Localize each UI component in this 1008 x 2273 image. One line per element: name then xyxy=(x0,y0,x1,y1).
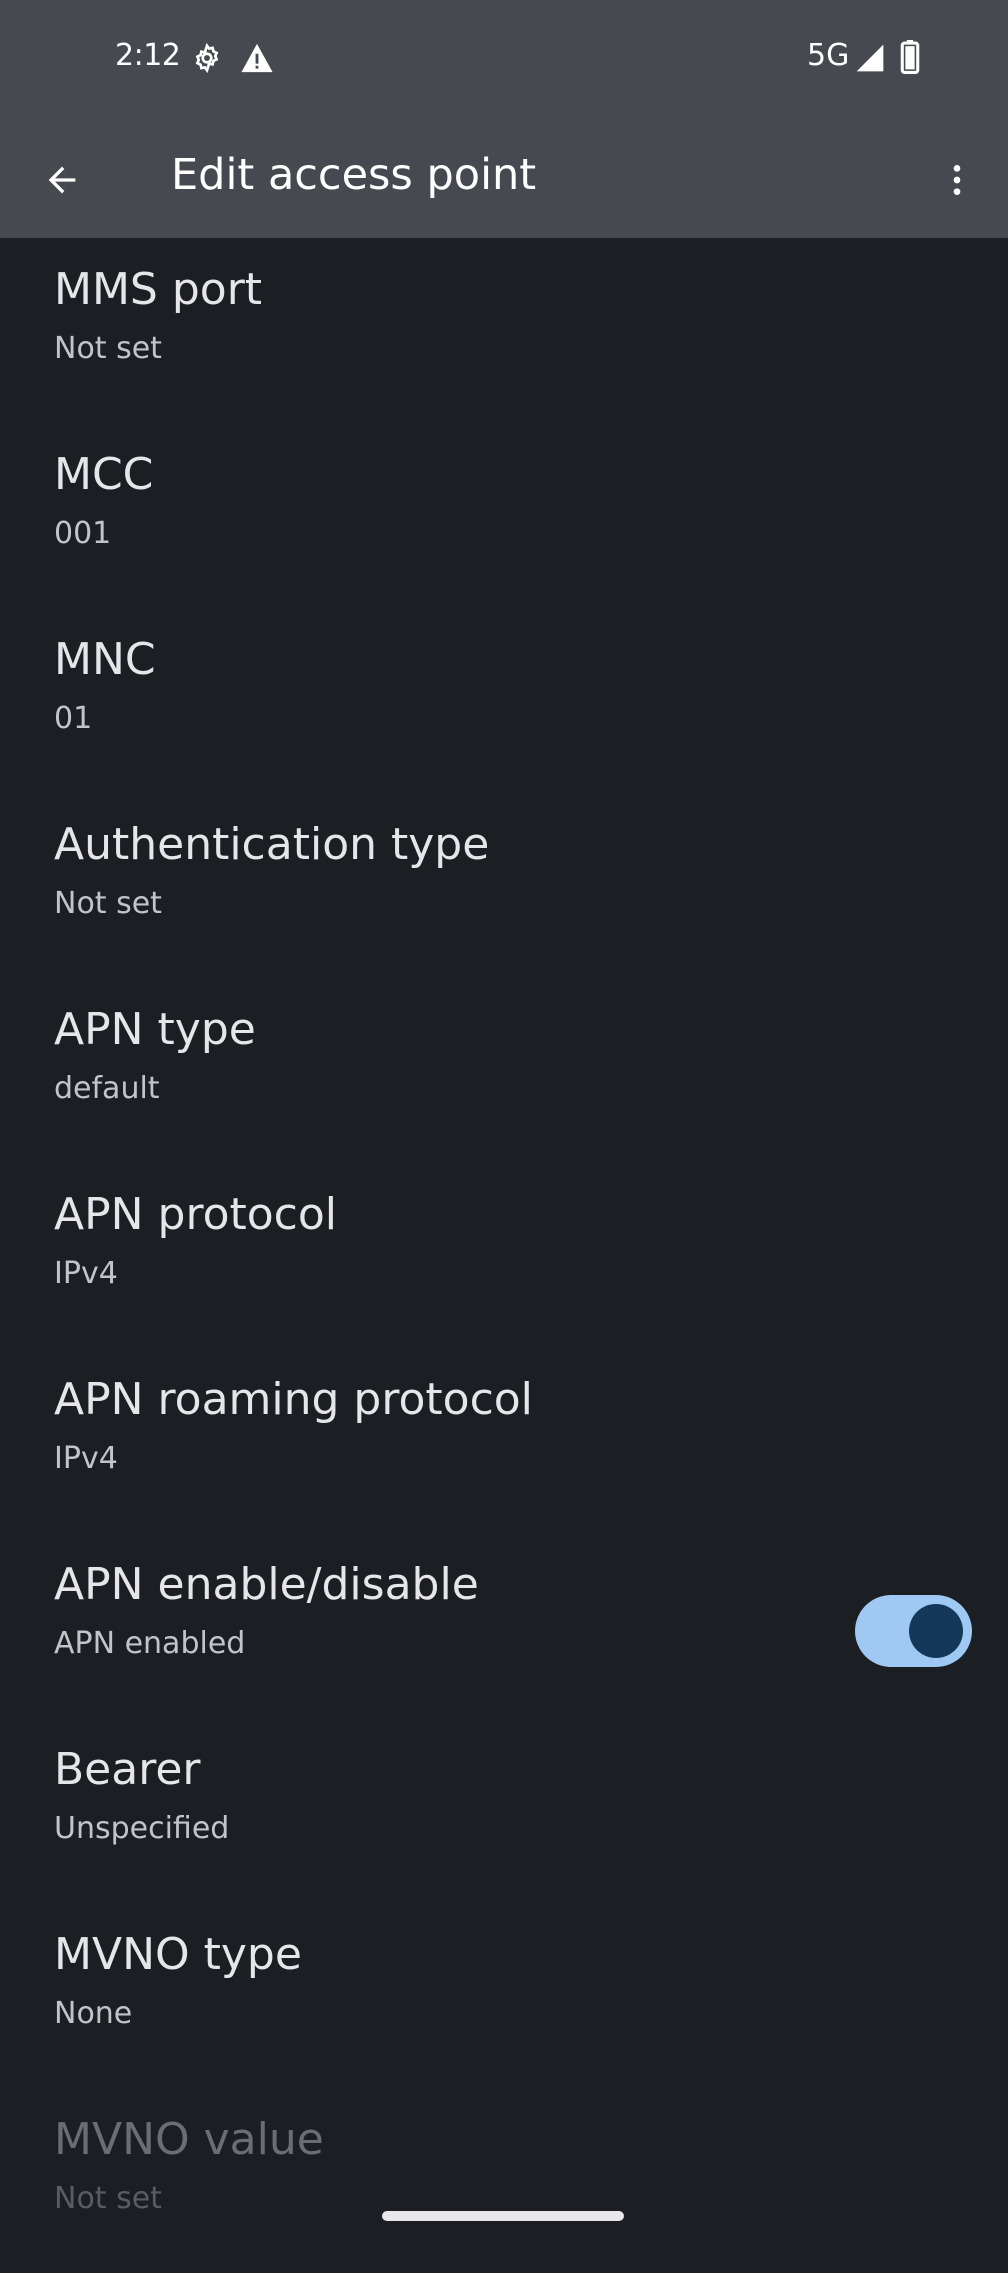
more-vert-icon xyxy=(953,165,961,195)
pref-mvno-type[interactable]: MVNO type None xyxy=(0,1903,1008,2088)
network-type-label: 5G xyxy=(807,38,850,73)
pref-summary: IPv4 xyxy=(54,1441,118,1476)
pref-title: APN enable/disable xyxy=(54,1559,479,1610)
pref-bearer[interactable]: Bearer Unspecified xyxy=(0,1718,1008,1903)
arrow-back-icon xyxy=(48,166,76,194)
pref-apn-enable-disable[interactable]: APN enable/disable APN enabled xyxy=(0,1533,1008,1718)
pref-apn-roaming-protocol[interactable]: APN roaming protocol IPv4 xyxy=(0,1348,1008,1533)
warning-icon xyxy=(241,43,273,73)
status-time: 2:12 xyxy=(115,38,181,73)
page-title: Edit access point xyxy=(171,150,537,200)
pref-title: APN type xyxy=(54,1004,256,1055)
pref-summary: Not set xyxy=(54,331,162,366)
back-button[interactable] xyxy=(30,148,94,212)
pref-mms-port[interactable]: MMS port Not set xyxy=(0,238,1008,423)
pref-title: MCC xyxy=(54,449,154,500)
pref-summary: 001 xyxy=(54,516,112,551)
battery-icon xyxy=(900,40,920,74)
pref-summary: Not set xyxy=(54,2181,162,2216)
pref-summary: Not set xyxy=(54,886,162,921)
preference-list: MMS port Not set MCC 001 MNC 01 Authenti… xyxy=(0,238,1008,2273)
pref-apn-protocol[interactable]: APN protocol IPv4 xyxy=(0,1163,1008,1348)
pref-summary: default xyxy=(54,1071,160,1106)
pref-authentication-type[interactable]: Authentication type Not set xyxy=(0,793,1008,978)
toggle-thumb xyxy=(909,1604,963,1658)
cell-signal-icon xyxy=(856,44,884,72)
pref-title: APN protocol xyxy=(54,1189,338,1240)
pref-title: MVNO type xyxy=(54,1929,302,1980)
pref-summary: None xyxy=(54,1996,133,2031)
pref-title: MMS port xyxy=(54,264,263,315)
pref-mnc[interactable]: MNC 01 xyxy=(0,608,1008,793)
pref-apn-type[interactable]: APN type default xyxy=(0,978,1008,1163)
apn-enable-toggle[interactable] xyxy=(855,1595,972,1667)
pref-summary: Unspecified xyxy=(54,1811,230,1846)
pref-title: APN roaming protocol xyxy=(54,1374,533,1425)
pref-title: MVNO value xyxy=(54,2114,324,2165)
app-bar: Edit access point xyxy=(0,116,1008,238)
more-options-button[interactable] xyxy=(925,148,989,212)
pref-title: Bearer xyxy=(54,1744,201,1795)
pref-title: Authentication type xyxy=(54,819,490,870)
status-bar: 2:12 5G xyxy=(0,0,1008,116)
pref-summary: 01 xyxy=(54,701,93,736)
pref-mcc[interactable]: MCC 001 xyxy=(0,423,1008,608)
home-indicator[interactable] xyxy=(382,2211,624,2221)
pref-summary: IPv4 xyxy=(54,1256,118,1291)
pref-summary: APN enabled xyxy=(54,1626,246,1661)
pref-title: MNC xyxy=(54,634,156,685)
settings-gear-icon xyxy=(195,42,219,74)
pref-mvno-value: MVNO value Not set xyxy=(0,2088,1008,2273)
